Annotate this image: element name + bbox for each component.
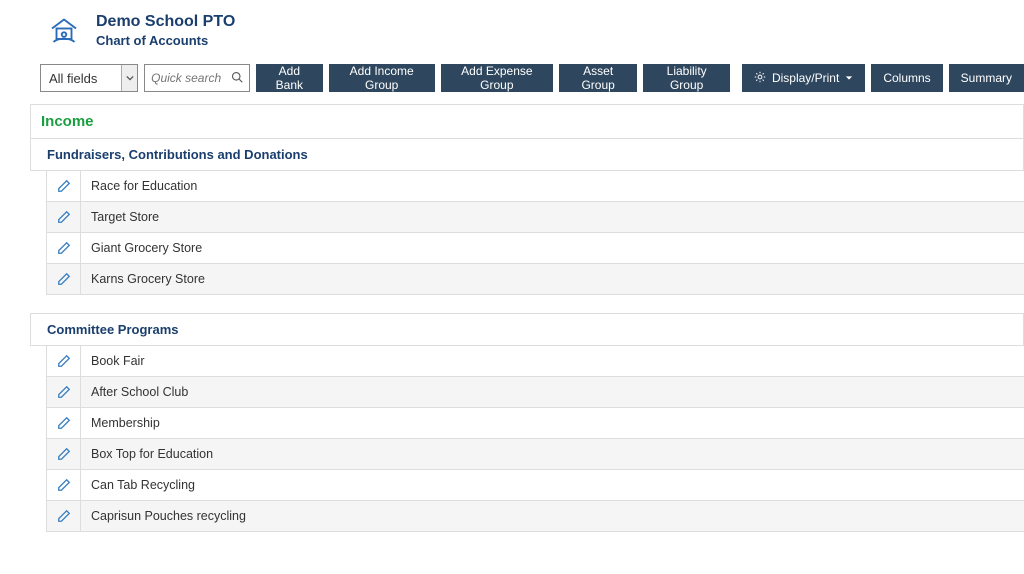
edit-button[interactable] bbox=[47, 202, 81, 232]
pencil-icon bbox=[57, 272, 71, 286]
pencil-icon bbox=[57, 447, 71, 461]
asset-group-button[interactable]: Asset Group bbox=[559, 64, 637, 92]
edit-button[interactable] bbox=[47, 264, 81, 294]
table-row: Target Store bbox=[46, 202, 1024, 233]
table-row: Giant Grocery Store bbox=[46, 233, 1024, 264]
pencil-icon bbox=[57, 241, 71, 255]
add-expense-group-button[interactable]: Add Expense Group bbox=[441, 64, 553, 92]
edit-button[interactable] bbox=[47, 408, 81, 438]
table-row: After School Club bbox=[46, 377, 1024, 408]
caret-down-icon bbox=[845, 71, 853, 85]
page-subtitle: Chart of Accounts bbox=[96, 33, 235, 48]
summary-button[interactable]: Summary bbox=[949, 64, 1024, 92]
field-select-value: All fields bbox=[49, 71, 97, 86]
edit-button[interactable] bbox=[47, 346, 81, 376]
edit-button[interactable] bbox=[47, 233, 81, 263]
liability-group-button[interactable]: Liability Group bbox=[643, 64, 730, 92]
row-name: Karns Grocery Store bbox=[81, 264, 1024, 294]
row-name: Membership bbox=[81, 408, 1024, 438]
add-bank-button[interactable]: Add Bank bbox=[256, 64, 322, 92]
app-logo-icon bbox=[46, 12, 82, 48]
page-title: Demo School PTO bbox=[96, 13, 235, 31]
table-row: Karns Grocery Store bbox=[46, 264, 1024, 295]
table-row: Can Tab Recycling bbox=[46, 470, 1024, 501]
pencil-icon bbox=[57, 478, 71, 492]
table-row: Caprisun Pouches recycling bbox=[46, 501, 1024, 532]
search-input[interactable] bbox=[151, 71, 231, 85]
pencil-icon bbox=[57, 354, 71, 368]
table-row: Box Top for Education bbox=[46, 439, 1024, 470]
table-row: Membership bbox=[46, 408, 1024, 439]
edit-button[interactable] bbox=[47, 439, 81, 469]
columns-button[interactable]: Columns bbox=[871, 64, 942, 92]
table-row: Race for Education bbox=[46, 171, 1024, 202]
display-print-label: Display/Print bbox=[772, 71, 839, 85]
edit-button[interactable] bbox=[47, 377, 81, 407]
pencil-icon bbox=[57, 509, 71, 523]
search-box[interactable] bbox=[144, 64, 250, 92]
row-name: Box Top for Education bbox=[81, 439, 1024, 469]
row-name: Target Store bbox=[81, 202, 1024, 232]
row-name: Caprisun Pouches recycling bbox=[81, 501, 1024, 531]
add-income-group-button[interactable]: Add Income Group bbox=[329, 64, 435, 92]
group-rows: Race for Education Target Store Giant Gr… bbox=[46, 171, 1024, 295]
row-name: Race for Education bbox=[81, 171, 1024, 201]
pencil-icon bbox=[57, 416, 71, 430]
title-block: Demo School PTO Chart of Accounts bbox=[96, 13, 235, 48]
display-print-button[interactable]: Display/Print bbox=[742, 64, 865, 92]
group-header: Committee Programs bbox=[30, 313, 1024, 346]
row-name: Book Fair bbox=[81, 346, 1024, 376]
page-header: Demo School PTO Chart of Accounts bbox=[0, 0, 1024, 60]
edit-button[interactable] bbox=[47, 470, 81, 500]
pencil-icon bbox=[57, 179, 71, 193]
chevron-down-icon bbox=[121, 65, 137, 91]
field-select[interactable]: All fields bbox=[40, 64, 138, 92]
toolbar: All fields Add Bank Add Income Group Add… bbox=[0, 60, 1024, 104]
gear-icon bbox=[754, 71, 766, 86]
content-area: Income Fundraisers, Contributions and Do… bbox=[0, 104, 1024, 532]
pencil-icon bbox=[57, 210, 71, 224]
table-row: Book Fair bbox=[46, 346, 1024, 377]
pencil-icon bbox=[57, 385, 71, 399]
edit-button[interactable] bbox=[47, 171, 81, 201]
row-name: Giant Grocery Store bbox=[81, 233, 1024, 263]
income-section-header: Income bbox=[30, 104, 1024, 139]
row-name: After School Club bbox=[81, 377, 1024, 407]
group-header: Fundraisers, Contributions and Donations bbox=[30, 139, 1024, 171]
search-icon bbox=[231, 71, 243, 86]
group-rows: Book Fair After School Club Membership B… bbox=[46, 346, 1024, 532]
row-name: Can Tab Recycling bbox=[81, 470, 1024, 500]
edit-button[interactable] bbox=[47, 501, 81, 531]
